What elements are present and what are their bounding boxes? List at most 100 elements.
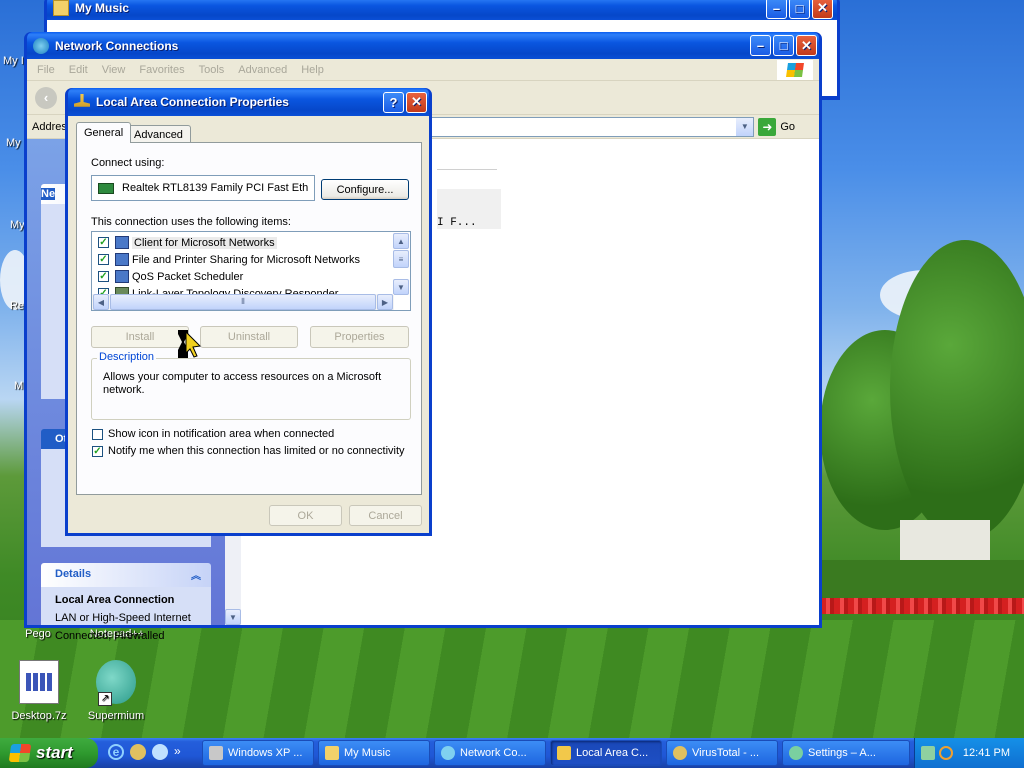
scroll-down-arrow-icon[interactable]: ▼ bbox=[225, 609, 241, 625]
connection-item-highlight[interactable]: I F... bbox=[437, 189, 501, 229]
start-button[interactable]: start bbox=[0, 738, 98, 768]
desktop-icon-label: Pego bbox=[25, 628, 51, 640]
desktop-icon-fragment[interactable]: My bbox=[10, 219, 25, 231]
show-icon-label[interactable]: Show icon in notification area when conn… bbox=[108, 428, 334, 440]
horizontal-scrollbar[interactable]: ◀ ⦀ ▶ bbox=[92, 294, 394, 310]
show-icon-checkbox[interactable] bbox=[92, 429, 103, 440]
archive-icon bbox=[19, 660, 59, 704]
network-adapter-icon bbox=[557, 746, 571, 760]
system-tray: 12:41 PM bbox=[914, 738, 1024, 768]
ok-button[interactable]: OK bbox=[269, 505, 342, 526]
close-button[interactable]: ✕ bbox=[406, 91, 427, 113]
list-item[interactable]: ✓ File and Printer Sharing for Microsoft… bbox=[98, 251, 360, 268]
close-button[interactable]: ✕ bbox=[796, 35, 817, 56]
configure-button[interactable]: Configure... bbox=[321, 179, 409, 200]
tab-advanced[interactable]: Advanced bbox=[126, 125, 191, 143]
network-tray-icon[interactable] bbox=[920, 746, 935, 760]
general-tab-pane: Connect using: Realtek RTL8139 Family PC… bbox=[76, 142, 422, 495]
desktop-icon-fragment[interactable]: Re bbox=[10, 300, 24, 312]
quick-launch-more[interactable]: » bbox=[174, 744, 181, 760]
taskbar: start e » Windows XP ... My Music Networ… bbox=[0, 738, 1024, 768]
desktop-icon-fragment[interactable]: My bbox=[6, 137, 21, 149]
desktop-icon-supermium[interactable]: ↗ Supermium bbox=[76, 660, 156, 722]
uninstall-button[interactable]: Uninstall bbox=[200, 326, 298, 348]
settings-icon bbox=[789, 746, 803, 760]
connect-using-label: Connect using: bbox=[91, 157, 165, 169]
hourglass-cursor-icon bbox=[176, 328, 202, 362]
network-connections-icon bbox=[441, 746, 455, 760]
scroll-left-arrow-icon[interactable]: ◀ bbox=[93, 294, 109, 310]
go-label: Go bbox=[780, 120, 796, 133]
window-title: Network Connections bbox=[55, 38, 179, 53]
search-icon[interactable] bbox=[938, 746, 953, 760]
network-connections-titlebar[interactable]: Network Connections – □ ✕ bbox=[27, 32, 819, 59]
menu-advanced[interactable]: Advanced bbox=[238, 64, 287, 76]
minimize-button[interactable]: – bbox=[766, 0, 787, 19]
desktop-icon-desktop-7z[interactable]: Desktop.7z bbox=[0, 660, 79, 722]
scroll-right-arrow-icon[interactable]: ▶ bbox=[377, 294, 393, 310]
tab-general[interactable]: General bbox=[76, 122, 132, 143]
dialog-title: Local Area Connection Properties bbox=[96, 95, 289, 109]
network-client-icon bbox=[115, 236, 129, 249]
scroll-up-arrow-icon[interactable]: ▲ bbox=[393, 233, 409, 249]
close-button[interactable]: ✕ bbox=[812, 0, 833, 19]
window-title: My Music bbox=[75, 1, 130, 15]
properties-button[interactable]: Properties bbox=[310, 326, 409, 348]
collapse-chevron-icon[interactable]: ︽ bbox=[191, 567, 201, 582]
desktop-icon-fragment[interactable]: My I bbox=[3, 55, 24, 67]
components-list: ✓ Client for Microsoft Networks ✓ File a… bbox=[91, 231, 411, 311]
taskbar-item-active[interactable]: Local Area C... bbox=[550, 740, 662, 766]
network-card-icon bbox=[98, 182, 114, 194]
internet-explorer-icon[interactable]: e bbox=[108, 744, 124, 760]
back-button[interactable]: ‹ bbox=[35, 86, 57, 109]
taskbar-item[interactable]: Settings – A... bbox=[782, 740, 910, 766]
menu-bar: File Edit View Favorites Tools Advanced … bbox=[27, 59, 819, 81]
notify-checkbox[interactable]: ✓ bbox=[92, 446, 103, 457]
desktop-icon-fragment[interactable]: M bbox=[14, 380, 23, 392]
item-checkbox[interactable]: ✓ bbox=[98, 237, 109, 248]
dialog-titlebar[interactable]: Local Area Connection Properties ? ✕ bbox=[68, 88, 429, 116]
details-header[interactable]: Details ︽ bbox=[41, 563, 211, 587]
flower-bed bbox=[820, 598, 1024, 614]
desktop-icon-label: Desktop.7z bbox=[11, 710, 67, 722]
adapter-field: Realtek RTL8139 Family PCI Fast Eth bbox=[91, 175, 315, 201]
chevron-down-icon[interactable]: ▼ bbox=[736, 117, 754, 136]
help-button[interactable]: ? bbox=[383, 91, 404, 113]
cancel-button[interactable]: Cancel bbox=[349, 505, 422, 526]
maximize-button[interactable]: □ bbox=[789, 0, 810, 19]
quick-launch: e » bbox=[108, 744, 181, 760]
taskbar-item[interactable]: Windows XP ... bbox=[202, 740, 314, 766]
windows-flag-icon bbox=[8, 744, 32, 762]
maximize-button[interactable]: □ bbox=[773, 35, 794, 56]
menu-help[interactable]: Help bbox=[301, 64, 324, 76]
scroll-thumb[interactable]: ≡ bbox=[393, 250, 409, 268]
install-button[interactable]: Install bbox=[91, 326, 189, 348]
list-item[interactable]: ✓ QoS Packet Scheduler bbox=[98, 268, 243, 285]
item-checkbox[interactable]: ✓ bbox=[98, 271, 109, 282]
folder-icon bbox=[325, 746, 339, 760]
list-item[interactable]: ✓ Client for Microsoft Networks bbox=[98, 234, 277, 251]
menu-edit[interactable]: Edit bbox=[69, 64, 88, 76]
menu-tools[interactable]: Tools bbox=[199, 64, 225, 76]
clock[interactable]: 12:41 PM bbox=[963, 747, 1010, 759]
scroll-down-arrow-icon[interactable]: ▼ bbox=[393, 279, 409, 295]
menu-favorites[interactable]: Favorites bbox=[139, 64, 184, 76]
go-arrow-icon: ➜ bbox=[758, 117, 777, 136]
go-button[interactable]: ➜ Go bbox=[758, 117, 796, 136]
browser-icon[interactable] bbox=[152, 744, 168, 760]
menu-view[interactable]: View bbox=[102, 64, 126, 76]
details-line1: LAN or High-Speed Internet bbox=[55, 612, 191, 624]
my-music-titlebar[interactable]: My Music – □ ✕ bbox=[47, 0, 837, 20]
taskbar-item[interactable]: My Music bbox=[318, 740, 430, 766]
details-title: Details bbox=[55, 568, 92, 580]
notify-label[interactable]: Notify me when this connection has limit… bbox=[108, 445, 405, 457]
service-icon bbox=[115, 270, 129, 283]
menu-file[interactable]: File bbox=[37, 64, 55, 76]
item-checkbox[interactable]: ✓ bbox=[98, 254, 109, 265]
scroll-thumb[interactable]: ⦀ bbox=[110, 294, 376, 310]
minimize-button[interactable]: – bbox=[750, 35, 771, 56]
taskbar-item[interactable]: Network Co... bbox=[434, 740, 546, 766]
network-adapter-icon bbox=[74, 94, 90, 107]
taskbar-item[interactable]: VirusTotal - ... bbox=[666, 740, 778, 766]
virus-scan-icon[interactable] bbox=[130, 744, 146, 760]
